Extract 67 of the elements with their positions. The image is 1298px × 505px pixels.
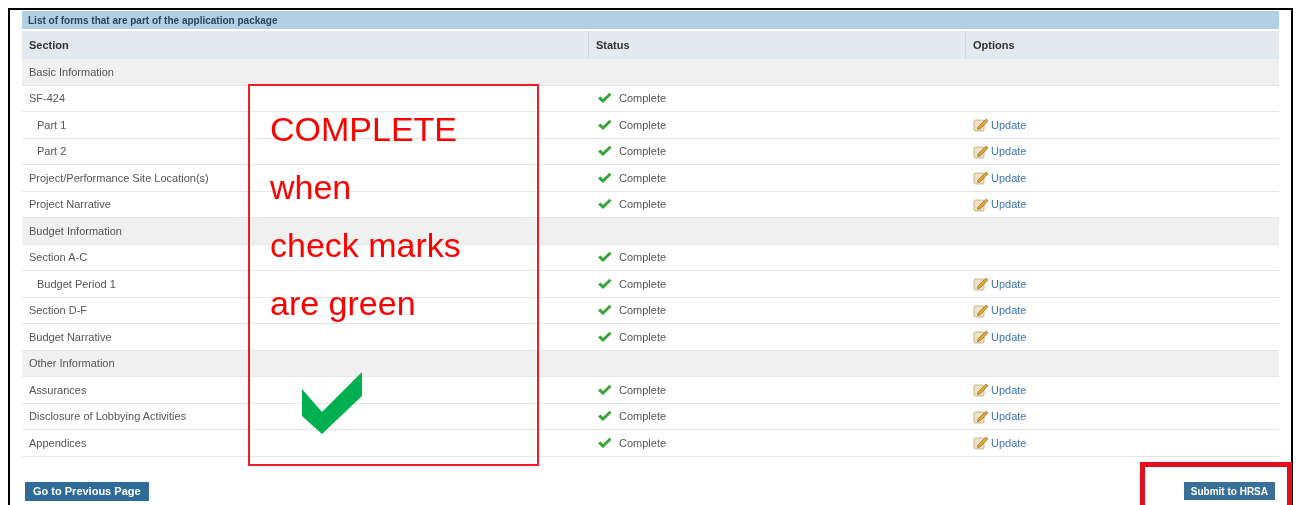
status-text: Complete — [619, 197, 667, 212]
status-text: Complete — [619, 409, 667, 424]
section-name: Part 2 — [37, 144, 67, 159]
check-icon — [597, 251, 612, 264]
update-link[interactable]: Update — [991, 302, 1027, 319]
pencil-icon — [973, 143, 989, 159]
update-link[interactable]: Update — [991, 116, 1027, 133]
check-icon — [597, 198, 612, 211]
check-icon — [597, 436, 612, 449]
pencil-icon — [973, 117, 989, 133]
section-name: Disclosure of Lobbying Activities — [29, 409, 187, 424]
status-text: Complete — [619, 276, 667, 292]
status-text: Complete — [619, 303, 667, 318]
check-icon — [597, 383, 612, 396]
update-link[interactable]: Update — [991, 169, 1027, 186]
section-name: Assurances — [29, 382, 87, 398]
status-text: Complete — [619, 117, 667, 133]
section-name: Basic Information — [29, 64, 114, 80]
status-text: Complete — [619, 250, 667, 265]
section-name: Part 1 — [37, 117, 67, 133]
section-name: Budget Period 1 — [37, 276, 116, 292]
check-icon — [597, 304, 612, 317]
update-link[interactable]: Update — [991, 143, 1027, 160]
previous-page-button[interactable]: Go to Previous Page — [25, 482, 149, 501]
section-name: SF-424 — [29, 91, 66, 106]
update-link[interactable]: Update — [991, 196, 1027, 213]
update-link[interactable]: Update — [991, 381, 1027, 398]
section-name: Section A-C — [29, 250, 88, 265]
section-name: Budget Narrative — [29, 329, 112, 345]
section-name: Project/Performance Site Location(s) — [29, 170, 209, 186]
pencil-icon — [973, 196, 989, 212]
update-link[interactable]: Update — [991, 328, 1027, 345]
status-text: Complete — [619, 329, 667, 345]
annotation-text: COMPLETE when check marks are green — [270, 109, 462, 324]
column-header: Section — [29, 37, 69, 53]
check-icon — [597, 118, 612, 131]
check-icon — [597, 330, 612, 343]
check-icon — [597, 145, 612, 158]
column-header: Status — [596, 37, 630, 53]
status-text: Complete — [619, 144, 667, 159]
pencil-icon — [973, 408, 989, 424]
section-name: Budget Information — [29, 223, 122, 239]
pencil-icon — [973, 382, 989, 398]
pencil-icon — [973, 302, 989, 318]
section-name: Appendices — [29, 435, 87, 451]
check-icon — [597, 92, 612, 105]
check-icon — [597, 277, 612, 290]
pencil-icon — [973, 276, 989, 292]
status-text: Complete — [619, 382, 667, 398]
section-name: Project Narrative — [29, 197, 111, 212]
pencil-icon — [973, 170, 989, 186]
column-header: Options — [973, 37, 1015, 53]
update-link[interactable]: Update — [991, 275, 1027, 292]
status-text: Complete — [619, 435, 667, 451]
check-icon — [597, 410, 612, 423]
pencil-icon — [973, 329, 989, 345]
update-link[interactable]: Update — [991, 434, 1027, 451]
check-icon — [302, 372, 362, 434]
status-text: Complete — [619, 91, 667, 106]
section-name: Other Information — [29, 356, 115, 371]
update-link[interactable]: Update — [991, 408, 1027, 425]
status-text: Complete — [619, 170, 667, 186]
pencil-icon — [973, 435, 989, 451]
panel-title: List of forms that are part of the application package — [28, 13, 278, 28]
submit-button[interactable]: Submit to HRSA — [1183, 482, 1275, 500]
check-icon — [597, 171, 612, 184]
section-name: Section D-F — [29, 303, 88, 318]
